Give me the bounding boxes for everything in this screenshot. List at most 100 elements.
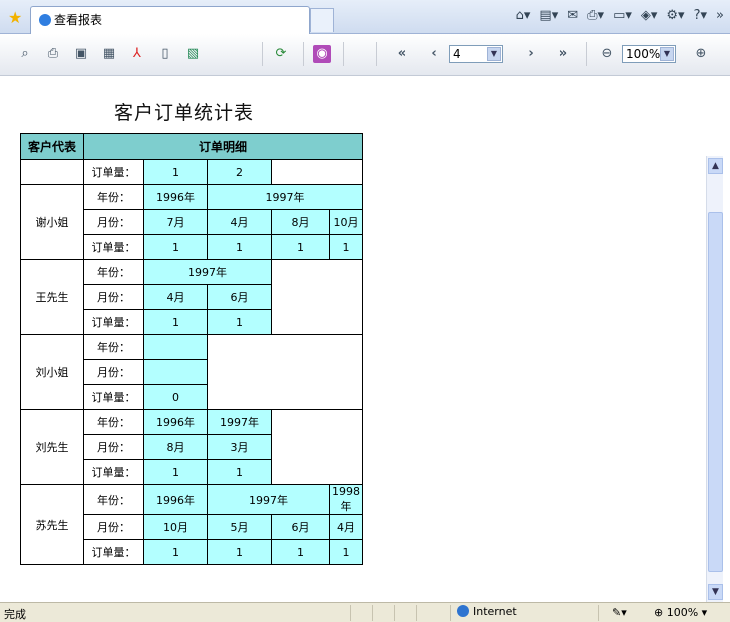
table-row: 刘小姐 年份：: [20, 334, 363, 410]
year-cell: 1997年: [207, 484, 330, 515]
year-cell: 1998年: [329, 484, 363, 515]
status-divider: [372, 605, 373, 621]
month-label: 月份：: [83, 284, 144, 310]
browser-tab[interactable]: 查看报表: [30, 6, 310, 34]
next-page-button[interactable]: ›: [522, 45, 540, 63]
status-divider: [350, 605, 351, 621]
favorites-star-icon[interactable]: ★: [8, 8, 22, 27]
year-label: 年份：: [83, 334, 144, 360]
empty-cell: [271, 409, 363, 485]
scroll-down-icon[interactable]: ▼: [708, 584, 723, 600]
customer-name: 谢小姐: [20, 184, 84, 260]
status-divider: [598, 605, 599, 621]
status-zoom[interactable]: ⊕ 100% ▾: [654, 606, 707, 619]
qty-cell: 1: [329, 539, 363, 565]
qty-cell: 2: [207, 159, 272, 185]
zoom-out-icon[interactable]: ⊖: [598, 45, 616, 63]
report-viewport: 客户订单统计表 客户代表 订单明细 订单量： 1 2 谢小姐 年份： 1996年…: [0, 76, 706, 602]
report-table: 客户代表 订单明细 订单量： 1 2 谢小姐 年份： 1996年 1997年 月…: [20, 133, 363, 565]
qty-label: 订单量：: [83, 309, 144, 335]
year-cell: 1996年: [143, 184, 208, 210]
last-page-button[interactable]: »: [554, 45, 572, 63]
status-divider: [394, 605, 395, 621]
month-cell: [143, 359, 208, 385]
month-label: 月份：: [83, 514, 144, 540]
month-label: 月份：: [83, 359, 144, 385]
refresh-icon[interactable]: ⟳: [272, 45, 290, 63]
export-excel-icon[interactable]: ▦: [100, 45, 118, 63]
customer-name: [20, 159, 84, 185]
qty-cell: 0: [143, 384, 208, 410]
scroll-up-icon[interactable]: ▲: [708, 158, 723, 174]
qty-cell: 1: [207, 459, 272, 485]
print-icon[interactable]: ⎙: [44, 45, 62, 63]
page-icon: [39, 14, 51, 26]
home-icon[interactable]: ⌂▾: [516, 8, 531, 23]
print-icon[interactable]: ⎙▾: [587, 8, 604, 23]
page-menu-icon[interactable]: ▭▾: [613, 8, 632, 23]
help-icon[interactable]: ?▾: [694, 8, 707, 23]
chevron-more-icon[interactable]: »: [716, 8, 724, 23]
export-image-icon[interactable]: ▧: [184, 45, 202, 63]
status-divider: [416, 605, 417, 621]
export-pdf-icon[interactable]: ⅄: [128, 45, 146, 63]
header-customer: 客户代表: [20, 133, 84, 160]
status-text: 完成: [4, 608, 26, 621]
empty-cell: [207, 334, 363, 410]
new-tab-button[interactable]: [310, 8, 334, 32]
globe-icon: [457, 605, 469, 617]
export-text-icon[interactable]: ▯: [156, 45, 174, 63]
year-cell: [143, 334, 208, 360]
zone-label: Internet: [473, 605, 517, 618]
tab-title: 查看报表: [54, 13, 103, 27]
safety-icon[interactable]: ◈▾: [641, 8, 658, 23]
qty-cell: 1: [207, 539, 272, 565]
rss-icon[interactable]: ◉: [313, 45, 331, 63]
qty-cell: 1: [143, 539, 208, 565]
protected-mode-icon[interactable]: ✎▾: [612, 606, 627, 619]
page-number-value: 4: [453, 47, 461, 61]
first-page-button[interactable]: «: [393, 45, 411, 63]
toolbar-divider: [303, 42, 304, 66]
customer-name: 王先生: [20, 259, 84, 335]
month-cell: 6月: [207, 284, 272, 310]
zoom-select[interactable]: 100% ▼: [622, 45, 676, 63]
year-label: 年份：: [83, 184, 144, 210]
month-cell: 10月: [143, 514, 208, 540]
report-toolbar: ⌕ ⎙ ▣ ▦ ⅄ ▯ ▧ ⟳ ◉ « ‹ 4 ▼ › » ⊖ 100% ▼ ⊕: [0, 34, 730, 76]
tools-gear-icon[interactable]: ⚙▾: [666, 8, 684, 23]
qty-cell: 1: [271, 234, 330, 260]
year-label: 年份：: [83, 259, 144, 285]
export-word-icon[interactable]: ▣: [72, 45, 90, 63]
security-zone[interactable]: Internet: [457, 605, 517, 618]
month-cell: 4月: [329, 514, 363, 540]
zoom-value: 100%: [626, 47, 661, 61]
qty-label: 订单量：: [83, 234, 144, 260]
page-number-select[interactable]: 4 ▼: [449, 45, 503, 63]
table-row: 谢小姐 年份： 1996年 1997年: [20, 184, 363, 260]
qty-cell: 1: [207, 309, 272, 335]
year-cell: 1997年: [207, 184, 363, 210]
year-label: 年份：: [83, 484, 144, 515]
qty-cell: 1: [143, 309, 208, 335]
scroll-thumb[interactable]: [708, 212, 723, 572]
prev-page-button[interactable]: ‹: [425, 45, 443, 63]
month-cell: 7月: [143, 209, 208, 235]
zoom-in-icon[interactable]: ⊕: [692, 45, 710, 63]
table-row: 苏先生 年份： 1996年 1997年 1998年: [20, 484, 363, 565]
year-label: 年份：: [83, 409, 144, 435]
qty-cell: 1: [143, 234, 208, 260]
qty-label: 订单量：: [83, 159, 144, 185]
status-divider: [450, 605, 451, 621]
chevron-down-icon[interactable]: ▼: [660, 47, 674, 61]
status-zoom-value: 100%: [666, 606, 699, 619]
toolbar-divider: [262, 42, 263, 66]
chevron-down-icon[interactable]: ▼: [487, 47, 501, 61]
qty-cell: 1: [329, 234, 363, 260]
mail-icon[interactable]: ✉: [567, 8, 578, 23]
month-label: 月份：: [83, 434, 144, 460]
vertical-scrollbar[interactable]: ▲ ▼: [706, 156, 723, 602]
command-bar: ⌂▾ ▤▾ ✉ ⎙▾ ▭▾ ◈▾ ⚙▾ ?▾ »: [516, 8, 724, 23]
feeds-icon[interactable]: ▤▾: [539, 8, 558, 23]
search-icon[interactable]: ⌕: [16, 45, 34, 63]
